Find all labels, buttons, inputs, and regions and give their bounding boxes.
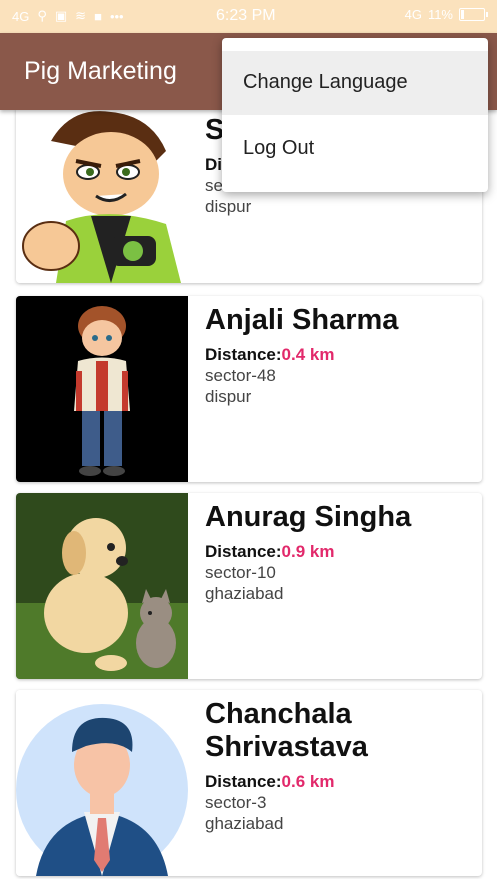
user-list[interactable]: S Di sect dispur Anjali Sharma Distance:… [0,110,497,879]
avatar [16,690,188,876]
item-city: ghaziabad [205,814,284,833]
battery-percent: 11% [427,7,453,22]
list-item[interactable]: Anurag Singha Distance:0.9 km sector-10 … [16,493,482,679]
battery-icon [459,8,488,21]
avatar [16,110,188,283]
item-info: Anurag Singha Distance:0.9 km sector-10 … [205,501,474,604]
item-sector: sector-48 [205,366,276,385]
item-city: dispur [205,197,252,216]
list-item[interactable]: Anjali Sharma Distance:0.4 km sector-48 … [16,296,482,482]
item-info: Chanchala Shrivastava Distance:0.6 km se… [205,698,474,834]
more-notifications-icon: ••• [109,8,124,24]
usb-icon: ⚲ [37,8,47,23]
item-distance: Distance:0.4 km [205,345,335,364]
logout-menu-item[interactable]: Log Out [222,117,488,181]
overflow-menu: Change Language Log Out [222,38,488,192]
status-right: 4G 11% [404,7,488,22]
change-language-menu-item[interactable]: Change Language [222,51,488,115]
network-icon: 4G [12,8,30,24]
item-name: Anurag Singha [205,501,412,533]
item-distance: Distance:0.9 km [205,542,335,561]
item-distance: Distance:0.6 km [205,772,335,791]
puppy-kitten-image [16,493,188,679]
item-city: ghaziabad [205,584,284,603]
video-icon: ■ [94,8,102,24]
avatar [16,296,188,482]
cartoon-boy-image [16,110,188,283]
item-name-line2: Shrivastava [205,731,368,763]
item-info: Anjali Sharma Distance:0.4 km sector-48 … [205,304,474,407]
item-name: Chanchala [205,698,352,730]
item-sector: sector-10 [205,563,276,582]
boy-figure-image [16,296,188,482]
list-item[interactable]: Chanchala Shrivastava Distance:0.6 km se… [16,690,482,876]
item-city: dispur [205,387,252,406]
status-time: 6:23 PM [216,7,276,24]
status-left: 4G ⚲ ▣ ≋ ■ ••• [12,8,124,24]
image-icon: ▣ [54,8,68,23]
app-title: Pig Marketing [24,57,177,85]
item-sector: sector-3 [205,793,267,812]
item-name: Anjali Sharma [205,304,399,336]
menu-item-label: Log Out [243,137,315,159]
avatar [16,493,188,679]
network-type: 4G [404,7,422,22]
vibrate-icon: ≋ [75,8,87,23]
status-bar: 4G ⚲ ▣ ≋ ■ ••• 6:23 PM 4G 11% [0,0,497,33]
person-avatar-image [16,690,188,876]
menu-item-label: Change Language [243,71,408,93]
